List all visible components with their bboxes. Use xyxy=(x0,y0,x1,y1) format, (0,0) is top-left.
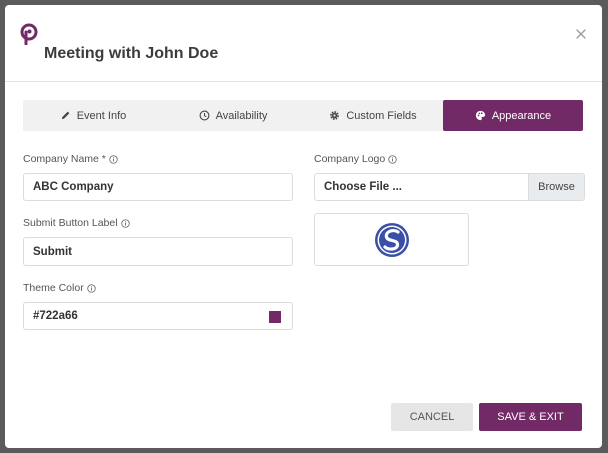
tab-custom-fields[interactable]: Custom Fields xyxy=(303,100,443,131)
browse-button[interactable]: Browse xyxy=(528,174,584,200)
dialog-title: Meeting with John Doe xyxy=(44,45,219,62)
info-icon xyxy=(87,283,96,293)
company-logo-label: Company Logo xyxy=(314,153,397,165)
company-name-input[interactable]: ABC Company xyxy=(23,173,293,201)
company-name-label: Company Name * xyxy=(23,153,118,165)
tab-label: Custom Fields xyxy=(346,109,417,122)
palette-icon xyxy=(475,110,485,121)
tab-bar: Event Info Availability Custom Fields Ap… xyxy=(23,100,583,131)
info-icon xyxy=(120,218,130,228)
pencil-icon xyxy=(61,111,70,120)
company-logo-file-input[interactable]: Choose File ... Browse xyxy=(314,173,585,201)
brand-logo-icon xyxy=(20,23,38,45)
tab-availability[interactable]: Availability xyxy=(163,100,303,131)
cancel-button[interactable]: CANCEL xyxy=(391,403,473,431)
company-logo-image-icon xyxy=(374,222,409,257)
submit-button-label-label: Submit Button Label xyxy=(23,217,130,229)
close-icon[interactable] xyxy=(574,27,588,41)
file-input-text: Choose File ... xyxy=(324,181,402,193)
color-swatch[interactable] xyxy=(269,311,281,323)
tab-appearance[interactable]: Appearance xyxy=(443,100,583,131)
theme-color-label: Theme Color xyxy=(23,282,96,294)
tab-label: Appearance xyxy=(491,109,552,122)
info-icon xyxy=(109,154,118,164)
theme-color-input[interactable]: #722a66 xyxy=(23,302,293,330)
info-icon xyxy=(388,154,397,164)
gear-icon xyxy=(330,111,340,120)
save-exit-button[interactable]: SAVE & EXIT xyxy=(479,403,582,431)
clock-icon xyxy=(199,110,210,121)
theme-color-value: #722a66 xyxy=(33,310,78,322)
submit-button-label-input[interactable]: Submit xyxy=(23,237,293,266)
tab-label: Event Info xyxy=(76,109,127,122)
modal-dialog: Meeting with John Doe Event Info Availab… xyxy=(5,5,602,448)
tab-event-info[interactable]: Event Info xyxy=(23,100,163,131)
dialog-header: Meeting with John Doe xyxy=(5,5,602,82)
logo-preview xyxy=(314,213,469,266)
tab-label: Availability xyxy=(215,109,268,122)
